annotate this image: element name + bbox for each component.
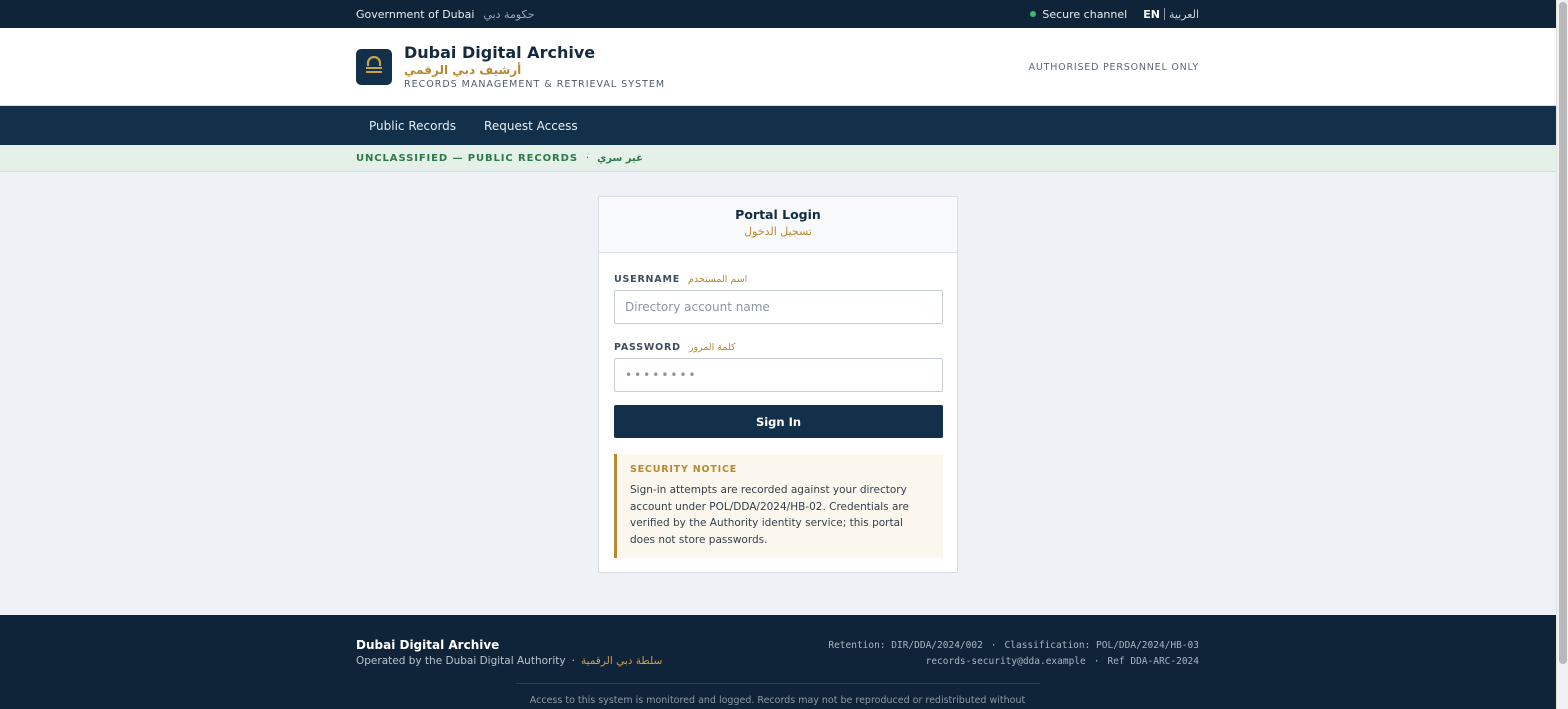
government-topbar: Government of Dubai حكومة دبي Secure cha…: [0, 0, 1556, 28]
secure-channel-label: Secure channel: [1042, 7, 1128, 21]
status-dot-icon: [1030, 11, 1037, 17]
site-title: Dubai Digital Archive: [404, 43, 596, 62]
main-nav: Public Records Request Access: [0, 106, 1556, 145]
footer-ref-separator: ·: [990, 640, 997, 651]
authorised-notice: AUTHORISED PERSONNEL ONLY: [1028, 61, 1199, 73]
footer-separator: ·: [571, 655, 575, 667]
page: Government of Dubai حكومة دبي Secure cha…: [0, 0, 1556, 709]
username-label: USERNAME اسم المستخدم: [614, 272, 942, 286]
archive-lock-icon: [356, 49, 392, 85]
classification-banner: UNCLASSIFIED — PUBLIC RECORDS · غير سري: [0, 145, 1556, 172]
nav-item-request-access[interactable]: Request Access: [484, 119, 578, 133]
username-label-text: USERNAME: [614, 273, 681, 285]
classification-separator: ·: [585, 152, 590, 164]
footer-operator-arabic: سلطة دبي الرقمية: [580, 655, 663, 667]
government-label: Government of Dubai حكومة دبي: [356, 8, 534, 21]
nav-item-public-records[interactable]: Public Records: [369, 119, 456, 133]
footer-operator: Operated by the Dubai Digital Authority ·…: [356, 653, 662, 669]
footer-title: Dubai Digital Archive: [356, 638, 500, 652]
site-subtitle: RECORDS MANAGEMENT & RETRIEVAL SYSTEM: [404, 79, 666, 90]
login-title: Portal Login: [735, 207, 821, 222]
language-arabic-link[interactable]: العربية: [1169, 8, 1199, 21]
government-name: Government of Dubai: [356, 7, 475, 21]
sign-in-button[interactable]: Sign In: [614, 405, 943, 438]
footer-ref-separator-2: ·: [1093, 656, 1100, 667]
security-notice-title: SECURITY NOTICE: [630, 464, 738, 475]
secure-channel-status: Secure channel: [1030, 8, 1127, 21]
language-english-link[interactable]: EN: [1143, 8, 1160, 21]
login-card-header: Portal Login تسجيل الدخول: [599, 197, 957, 253]
footer-classification: Classification: POL/DDA/2024/HB-03: [1004, 640, 1199, 651]
page-scrollbar[interactable]: [1556, 0, 1568, 709]
password-label: PASSWORD كلمة المرور: [614, 340, 942, 354]
footer-ref: Ref DDA-ARC-2024: [1107, 656, 1199, 667]
security-notice-text: Sign-in attempts are recorded against yo…: [630, 484, 909, 546]
security-notice: SECURITY NOTICE Sign-in attempts are rec…: [614, 454, 943, 558]
site-footer: Dubai Digital Archive Operated by the Du…: [0, 615, 1556, 709]
classification-label-arabic: غير سري: [597, 152, 643, 164]
scrollbar-thumb[interactable]: [1559, 2, 1567, 664]
login-title-arabic: تسجيل الدخول: [744, 225, 812, 238]
site-header: Dubai Digital Archive أرشيف دبي الرقمي R…: [0, 28, 1556, 106]
brand[interactable]: Dubai Digital Archive أرشيف دبي الرقمي R…: [356, 43, 665, 91]
government-name-arabic: حكومة دبي: [483, 7, 535, 21]
footer-email-link[interactable]: records-security@dda.example: [926, 656, 1086, 667]
password-input[interactable]: [614, 358, 943, 392]
site-title-arabic: أرشيف دبي الرقمي: [404, 63, 522, 77]
language-divider: [1163, 8, 1165, 20]
classification-label: UNCLASSIFIED — PUBLIC RECORDS: [356, 152, 578, 164]
login-card: Portal Login تسجيل الدخول USERNAME اسم ا…: [598, 196, 958, 573]
footer-legal: Access to this system is monitored and l…: [529, 695, 1026, 706]
password-label-arabic: كلمة المرور: [688, 341, 736, 353]
footer-references: Retention: DIR/DDA/2024/002 · Classificati…: [828, 638, 1199, 670]
password-label-text: PASSWORD: [614, 341, 681, 353]
username-input[interactable]: [614, 290, 943, 324]
footer-divider: [516, 683, 1040, 684]
username-label-arabic: اسم المستخدم: [688, 273, 748, 285]
footer-operator-text: Operated by the Dubai Digital Authority: [356, 655, 566, 667]
footer-retention: Retention: DIR/DDA/2024/002: [828, 640, 983, 651]
